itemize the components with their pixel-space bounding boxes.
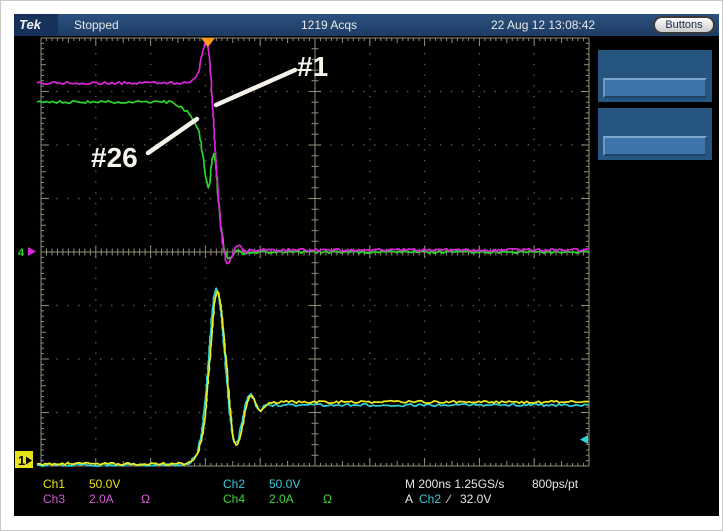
- resolution-readout: 800ps/pt: [532, 477, 579, 491]
- acquisition-status: Stopped: [74, 18, 119, 32]
- annotation-1-label: #1: [297, 51, 328, 82]
- ch1-marker-label: 1: [18, 453, 25, 468]
- scope-screenshot: Tek Stopped 1219 Acqs 22 Aug 12 13:08:42…: [0, 0, 723, 531]
- ch4-scale-readout: 2.0A: [269, 492, 294, 506]
- annotation-26-pointer-line: [145, 116, 200, 156]
- buttons-button[interactable]: Buttons: [653, 16, 715, 34]
- trigger-slope-icon: ∕: [448, 492, 451, 506]
- tek-logo: Tek: [19, 17, 41, 32]
- ch4-coupling-readout: Ω: [323, 492, 332, 506]
- ch1-readout-label: Ch1: [43, 477, 66, 491]
- annotation-1-pointer-line: [213, 67, 298, 108]
- trigger-mode-readout: A: [405, 492, 414, 506]
- datetime: 22 Aug 12 13:08:42: [491, 18, 596, 32]
- trigger-level-marker[interactable]: [580, 435, 588, 444]
- ch3-scale-readout: 2.0A: [89, 492, 114, 506]
- ch3-coupling-readout: Ω: [141, 492, 150, 506]
- ch2-scale-readout: 50.0V: [269, 477, 301, 491]
- annotation-26-label: #26: [91, 142, 138, 173]
- ch4-readout-label: Ch4: [223, 492, 246, 506]
- timebase-readout: M 200ns 1.25GS/s: [405, 477, 505, 491]
- waveform-display: 1 4 #1 #26: [15, 37, 590, 468]
- waveform-ch2: [36, 287, 589, 467]
- titlebar: Tek Stopped 1219 Acqs 22 Aug 12 13:08:42…: [14, 14, 719, 36]
- waveform-ch4: [36, 99, 590, 260]
- ch1-scale-readout: 50.0V: [89, 477, 121, 491]
- waveform-ch1: [36, 290, 590, 467]
- ch4-position-marker[interactable]: 4: [18, 247, 25, 259]
- ch1-position-marker[interactable]: 1: [15, 451, 33, 468]
- trigger-position-marker[interactable]: [201, 38, 215, 47]
- ch3-readout-label: Ch3: [43, 492, 66, 506]
- trigger-level-readout: 32.0V: [460, 492, 492, 506]
- ch3-position-marker[interactable]: [28, 247, 36, 256]
- ch2-readout-label: Ch2: [223, 477, 246, 491]
- acquisition-count: 1219 Acqs: [301, 18, 358, 32]
- trigger-source-readout: Ch2: [419, 492, 442, 506]
